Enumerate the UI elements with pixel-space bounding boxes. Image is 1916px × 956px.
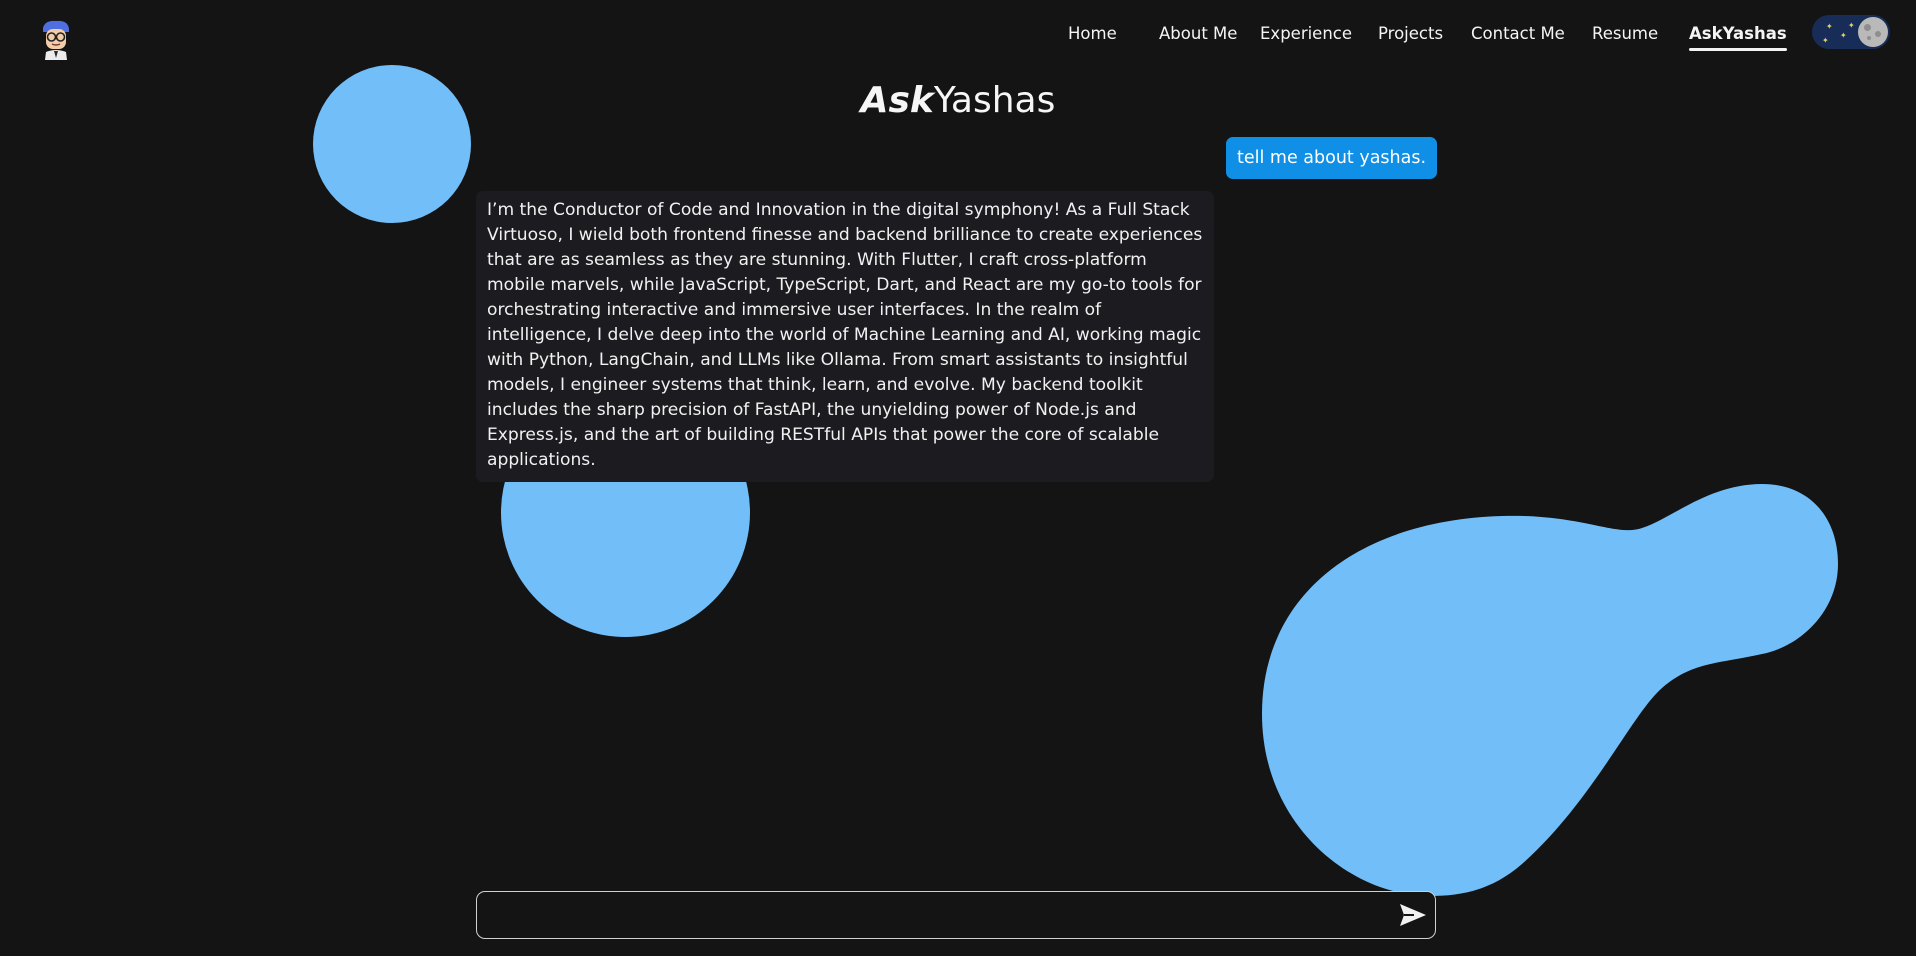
page-title: AskYashas: [0, 78, 1916, 124]
moon-icon: [1858, 17, 1888, 47]
nav-about-me[interactable]: About Me: [1159, 21, 1237, 47]
star-icon: ✦: [1822, 36, 1829, 45]
chat-input[interactable]: [491, 901, 1375, 931]
nav-experience[interactable]: Experience: [1260, 21, 1352, 47]
top-nav: Home About Me Experience Projects Contac…: [0, 21, 1916, 51]
nav-projects[interactable]: Projects: [1378, 21, 1443, 47]
bot-message: I’m the Conductor of Code and Innovation…: [476, 191, 1214, 482]
title-name: Yashas: [933, 80, 1056, 121]
chat-input-bar: [476, 891, 1436, 939]
nav-home[interactable]: Home: [1068, 21, 1117, 47]
star-icon: ✦: [1840, 31, 1847, 40]
nav-contact-me[interactable]: Contact Me: [1471, 21, 1565, 47]
decorative-blob-organic: [1262, 484, 1838, 896]
theme-toggle[interactable]: ✦ ✦ ✦ ✦: [1812, 15, 1890, 49]
send-icon[interactable]: [1399, 903, 1427, 927]
user-message: tell me about yashas.: [1226, 137, 1438, 179]
star-icon: ✦: [1826, 22, 1833, 31]
nav-resume[interactable]: Resume: [1592, 21, 1658, 47]
title-ask: Ask: [860, 80, 934, 121]
star-icon: ✦: [1848, 21, 1855, 30]
nav-askyashas[interactable]: AskYashas: [1689, 21, 1787, 51]
